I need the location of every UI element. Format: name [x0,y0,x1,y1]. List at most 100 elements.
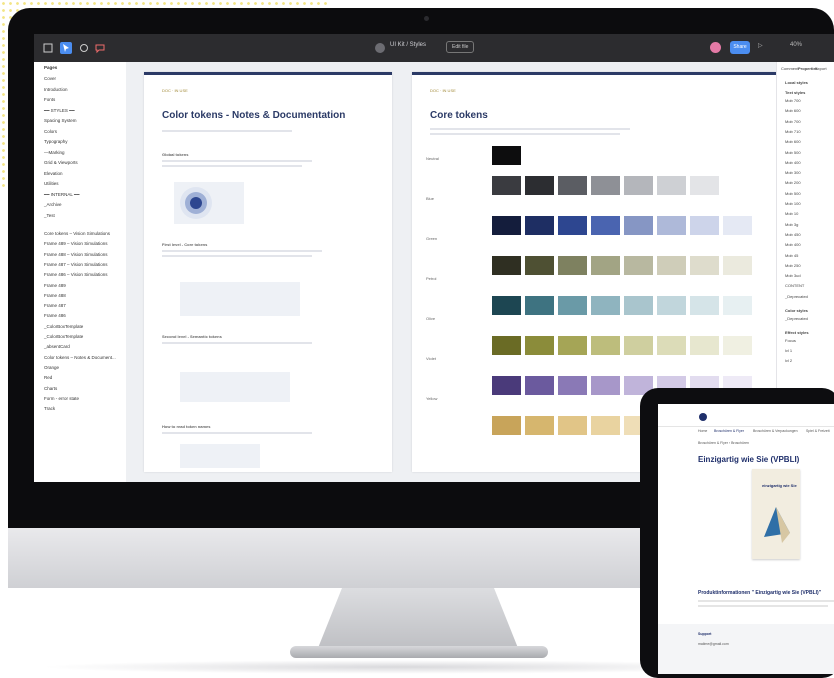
effect-style-item[interactable]: lvl 2 [785,358,792,363]
color-swatch[interactable] [492,296,521,315]
color-swatch[interactable] [591,296,620,315]
color-swatch[interactable] [624,216,653,235]
page-item[interactable]: _Test [44,213,55,218]
color-swatch[interactable] [492,416,521,435]
text-style-item[interactable]: Mob 300 [785,170,801,175]
color-swatch[interactable] [723,336,752,355]
layer-item[interactable]: _ColorBoxTemplate [44,324,83,329]
user-avatar[interactable] [710,42,721,53]
color-swatch[interactable] [558,416,587,435]
text-style-item[interactable]: CONTENT [785,283,804,288]
text-style-item[interactable]: Mob 10 [785,211,798,216]
color-swatch[interactable] [690,256,719,275]
breadcrumb[interactable]: Broschüren & Flyer › Broschüren [698,441,749,445]
frame-color-tokens[interactable]: DOC · IN USE Color tokens - Notes & Docu… [144,72,392,472]
text-style-item[interactable]: Mob 100 [785,201,801,206]
text-style-item[interactable]: Mob 600 [785,139,801,144]
page-item[interactable]: Colors [44,129,57,134]
color-swatch[interactable] [492,216,521,235]
text-style-item[interactable]: Mob 3ud [785,273,801,278]
panel-tab[interactable]: Export [815,66,827,71]
layer-item[interactable]: Frame 487 [44,303,66,308]
layer-item[interactable]: Frame 489 – Vision Simulations [44,241,107,246]
effect-style-item[interactable]: lvl 1 [785,348,792,353]
color-swatch[interactable] [690,336,719,355]
color-swatch[interactable] [657,256,686,275]
color-swatch[interactable] [492,336,521,355]
color-swatch[interactable] [492,376,521,395]
color-swatch[interactable] [558,336,587,355]
color-swatch[interactable] [492,146,521,165]
color-swatch[interactable] [525,376,554,395]
color-swatch[interactable] [591,176,620,195]
color-swatch[interactable] [525,176,554,195]
comment-tool-icon[interactable] [94,42,106,54]
color-swatch[interactable] [657,176,686,195]
page-item[interactable]: Elevation [44,171,63,176]
nav-leisure[interactable]: Spiel & Freizeit [806,429,830,433]
color-swatch[interactable] [690,176,719,195]
color-swatch[interactable] [558,176,587,195]
color-swatch[interactable] [624,296,653,315]
color-swatch[interactable] [525,336,554,355]
file-title[interactable]: UI Kit / Styles [390,42,426,48]
page-item[interactable]: Fonts [44,97,55,102]
text-style-item[interactable]: Mob 400 [785,242,801,247]
layer-item[interactable]: Color tokens – Notes & Document... [44,355,116,360]
color-swatch[interactable] [690,296,719,315]
layer-item[interactable]: _ColorBoxTemplate [44,334,83,339]
page-item[interactable]: ━━ INTERNAL ━━ [44,192,79,198]
share-button[interactable]: Share [730,41,750,54]
edit-file-button[interactable]: Edit file [446,41,475,53]
color-swatch[interactable] [657,336,686,355]
layer-item[interactable]: Charts [44,386,57,391]
color-swatch[interactable] [558,376,587,395]
text-style-item[interactable]: Mob 500 [785,191,801,196]
layer-item[interactable]: Frame 486 [44,313,66,318]
layer-item[interactable]: _absentCard [44,344,70,349]
color-swatch[interactable] [723,256,752,275]
layer-item[interactable]: Frame 486 – Vision Simulations [44,272,107,277]
nav-brochures[interactable]: Broschüren & Flyer [714,429,744,433]
color-swatch[interactable] [624,256,653,275]
page-item[interactable]: Grid & Viewports [44,160,78,165]
color-swatch[interactable] [492,176,521,195]
text-style-item[interactable]: Mob 500 [785,150,801,155]
figma-menu-icon[interactable] [42,42,54,54]
page-item[interactable]: —Marking [44,150,65,155]
panel-tab[interactable]: Comment [781,66,798,71]
text-style-item[interactable]: Mob 450 [785,232,801,237]
color-swatch[interactable] [657,296,686,315]
nav-home[interactable]: Home [698,429,707,433]
zoom-level[interactable]: 40% [790,42,802,48]
move-tool-icon[interactable] [60,42,72,54]
layer-item[interactable]: Frame 488 [44,293,66,298]
text-style-item[interactable]: Mob 700 [785,119,801,124]
footer-email[interactable]: mailme@gmail.com [698,642,729,646]
color-swatch[interactable] [723,216,752,235]
effect-style-item[interactable]: Focus [785,338,796,343]
color-swatch[interactable] [723,296,752,315]
color-swatch[interactable] [591,416,620,435]
text-style-item[interactable]: Mob 400 [785,160,801,165]
color-swatch[interactable] [558,256,587,275]
layer-item[interactable]: Orange [44,365,59,370]
page-item[interactable]: Typography [44,139,68,144]
text-style-item[interactable]: Mob 600 [785,108,801,113]
nav-packaging[interactable]: Broschüren & Verpackungen [753,429,798,433]
page-item[interactable]: Spacing System [44,118,77,123]
color-swatch[interactable] [492,256,521,275]
layer-item[interactable]: Frame 488 – Vision Simulations [44,252,107,257]
color-style-item[interactable]: _Deprecated [785,316,808,321]
present-icon[interactable]: ▷ [758,42,763,49]
text-style-item[interactable]: Mob 700 [785,98,801,103]
text-style-item[interactable]: Mob 200 [785,180,801,185]
color-swatch[interactable] [558,216,587,235]
page-item[interactable]: Cover [44,76,56,81]
text-style-item[interactable]: Mob 45 [785,253,798,258]
page-item[interactable]: Introduction [44,87,68,92]
color-swatch[interactable] [591,216,620,235]
text-style-item[interactable]: Mob 710 [785,129,801,134]
color-swatch[interactable] [624,336,653,355]
color-swatch[interactable] [525,216,554,235]
